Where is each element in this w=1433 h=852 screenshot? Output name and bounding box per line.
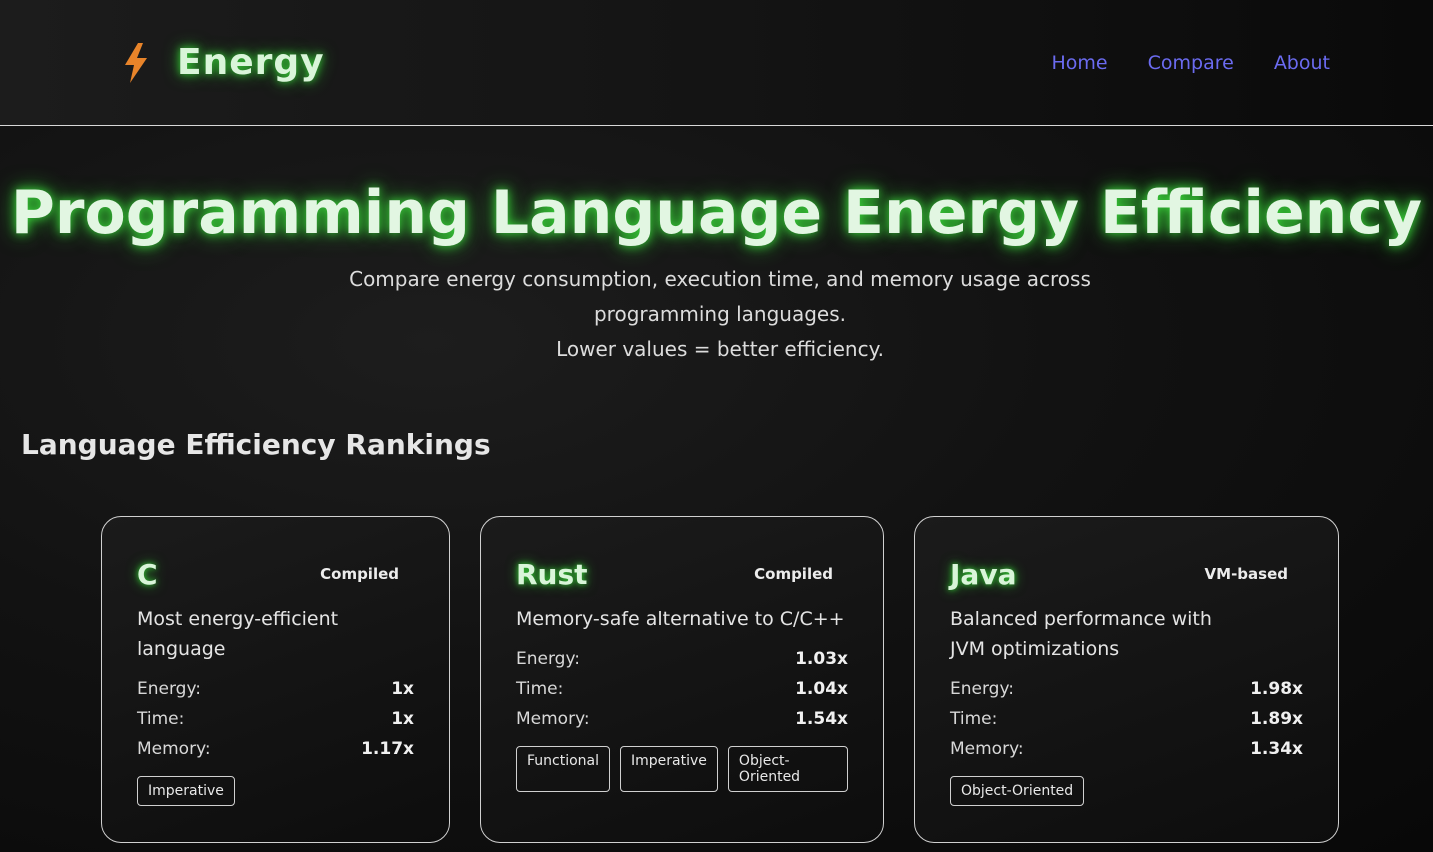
metric-label: Energy: <box>516 649 581 669</box>
paradigm-tag[interactable]: Imperative <box>620 746 718 792</box>
metric-label: Energy: <box>950 679 1015 699</box>
metric-value: 1.34x <box>1250 739 1303 759</box>
main-nav: Home Compare About <box>1012 52 1330 74</box>
brand[interactable]: Energy <box>122 42 325 83</box>
language-name: Rust <box>516 557 588 591</box>
metric-time: Time: 1.04x <box>516 674 848 704</box>
paradigm-tag[interactable]: Object-Oriented <box>727 746 848 792</box>
language-name: C <box>137 557 158 591</box>
metric-label: Time: <box>516 679 564 699</box>
paradigm-tag[interactable]: Imperative <box>137 776 235 806</box>
language-type: VM-based <box>1204 565 1288 583</box>
language-card-c[interactable]: C Compiled Most energy-efficient languag… <box>101 516 450 843</box>
metric-energy: Energy: 1x <box>137 674 414 704</box>
metric-label: Memory: <box>137 739 211 759</box>
metric-value: 1.98x <box>1250 679 1303 699</box>
subtitle-line: programming languages. <box>593 302 847 326</box>
card-header: Rust Compiled <box>516 557 848 591</box>
nav-about-link[interactable]: About <box>1274 52 1330 74</box>
paradigm-tags: Imperative <box>137 776 414 806</box>
site-header: Energy Home Compare About <box>0 0 1433 126</box>
language-description: Memory-safe alternative to C/C++ <box>516 608 845 630</box>
language-description: Balanced performance with JVM optimizati… <box>950 608 1212 660</box>
metric-value: 1.03x <box>795 649 848 669</box>
metric-time: Time: 1x <box>137 704 414 734</box>
metric-label: Time: <box>137 709 185 729</box>
card-header: Java VM-based <box>950 557 1303 591</box>
metric-label: Energy: <box>137 679 202 699</box>
metric-label: Time: <box>950 709 998 729</box>
lightning-bolt-icon <box>125 42 147 83</box>
card-header: C Compiled <box>137 557 414 591</box>
metric-energy: Energy: 1.03x <box>516 644 848 674</box>
paradigm-tags: Object-Oriented <box>950 776 1303 806</box>
metric-label: Memory: <box>516 709 590 729</box>
subtitle-line: Lower values = better efficiency. <box>556 337 884 361</box>
metric-value: 1x <box>391 679 414 699</box>
nav-home-link[interactable]: Home <box>1052 52 1108 74</box>
paradigm-tags: Functional Imperative Object-Oriented <box>516 746 848 792</box>
metric-value: 1.17x <box>361 739 414 759</box>
paradigm-tag[interactable]: Functional <box>516 746 611 792</box>
rankings-title: Language Efficiency Rankings <box>21 428 491 461</box>
nav-compare-link[interactable]: Compare <box>1148 52 1234 74</box>
metric-time: Time: 1.89x <box>950 704 1303 734</box>
page-title: Programming Language Energy Efficiency <box>10 178 1423 248</box>
language-description: Most energy-efficient language <box>137 608 339 660</box>
metric-energy: Energy: 1.98x <box>950 674 1303 704</box>
language-card-rust[interactable]: Rust Compiled Memory-safe alternative to… <box>480 516 884 843</box>
page-subtitle: Compare energy consumption, execution ti… <box>340 262 1100 367</box>
language-type: Compiled <box>320 565 399 583</box>
language-card-java[interactable]: Java VM-based Balanced performance with … <box>914 516 1339 843</box>
brand-name: Energy <box>177 42 325 83</box>
metric-value: 1.04x <box>795 679 848 699</box>
metric-value: 1.89x <box>1250 709 1303 729</box>
metric-value: 1.54x <box>795 709 848 729</box>
subtitle-line: Compare energy consumption, execution ti… <box>349 267 1091 291</box>
metric-memory: Memory: 1.17x <box>137 734 414 764</box>
metric-memory: Memory: 1.54x <box>516 704 848 734</box>
paradigm-tag[interactable]: Object-Oriented <box>950 776 1085 806</box>
language-name: Java <box>950 557 1017 591</box>
metric-value: 1x <box>391 709 414 729</box>
language-type: Compiled <box>754 565 833 583</box>
metric-memory: Memory: 1.34x <box>950 734 1303 764</box>
metric-label: Memory: <box>950 739 1024 759</box>
